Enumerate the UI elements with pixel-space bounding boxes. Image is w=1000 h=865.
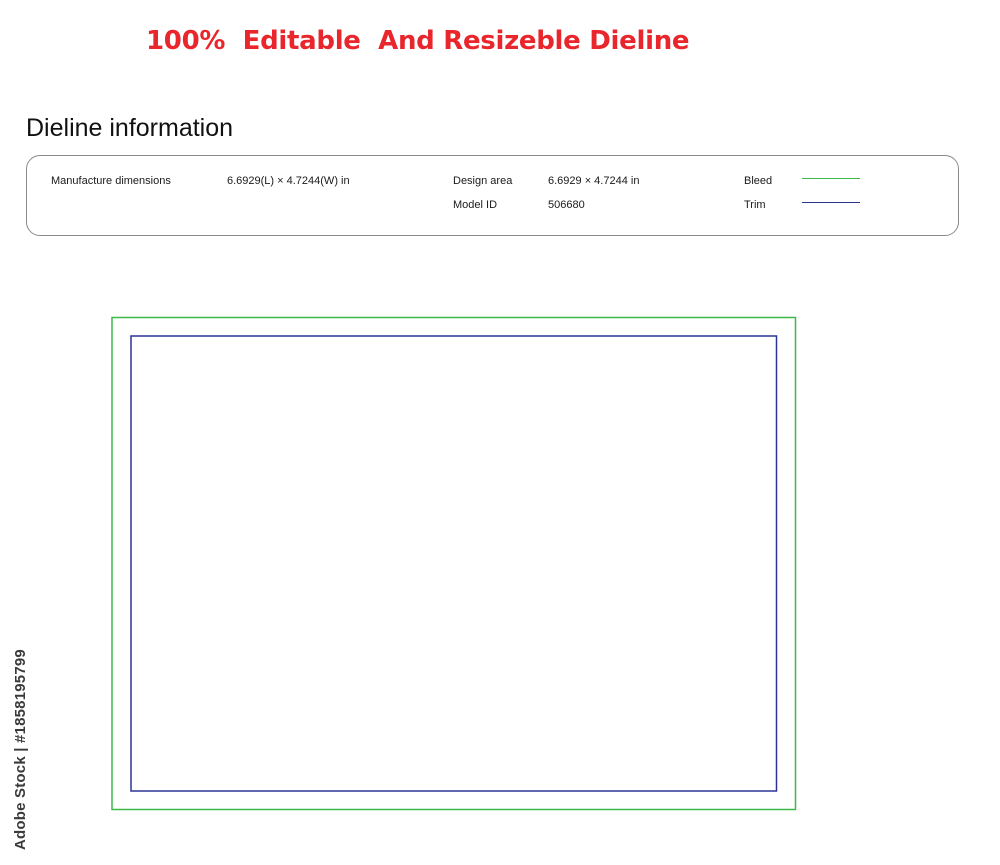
dieline-drawing — [111, 316, 797, 811]
trim-outline — [130, 335, 778, 792]
stock-watermark-text: Adobe Stock | #1858195799 — [12, 649, 29, 850]
bleed-outline — [111, 316, 797, 811]
